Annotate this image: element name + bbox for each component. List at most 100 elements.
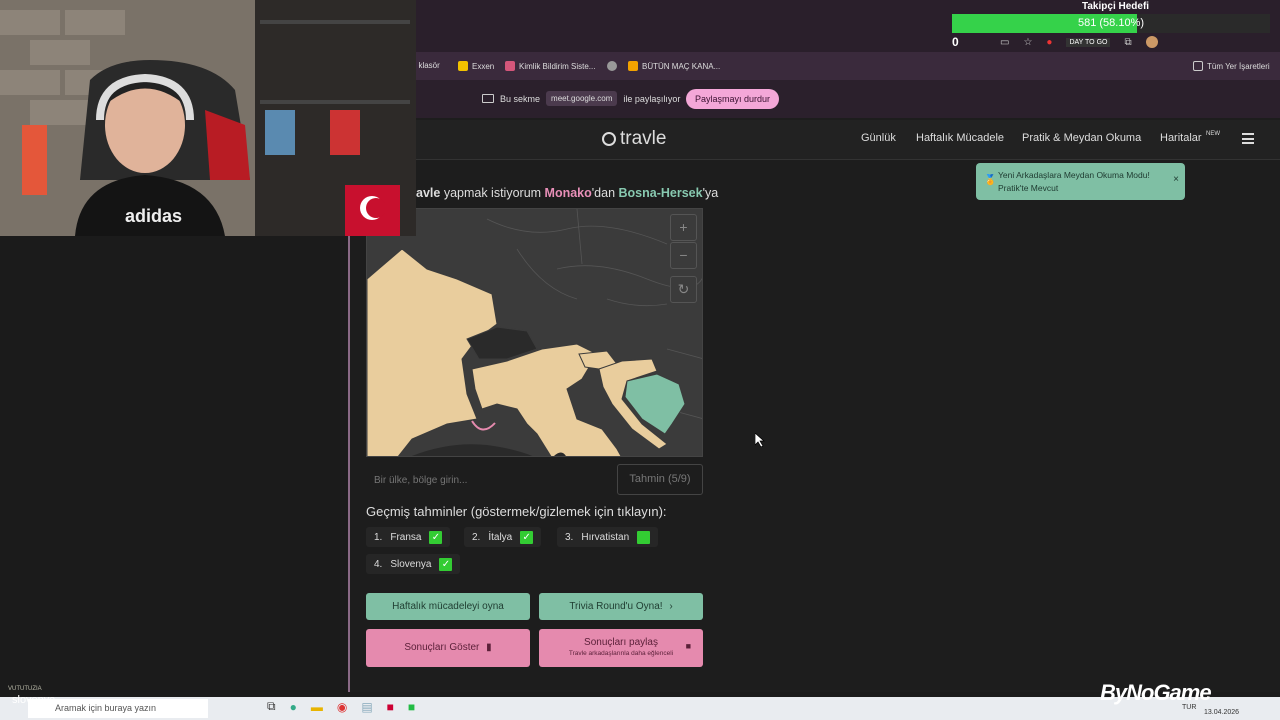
- share-label: Sonuçları paylaş: [584, 637, 658, 648]
- nav-weekly[interactable]: Haftalık Mücadele: [916, 132, 1004, 144]
- webcam-overlay: adidas: [0, 0, 416, 236]
- guess-name: İtalya: [488, 531, 513, 543]
- compass-icon: [602, 132, 616, 146]
- nav-maps[interactable]: Haritalar: [1160, 132, 1202, 144]
- follower-goal-bar: 581 (58.10%): [952, 14, 1270, 33]
- follower-goal-text: 581 (58.10%): [1077, 17, 1145, 29]
- prompt-text: yapmak istiyorum: [440, 186, 545, 200]
- nav-daily[interactable]: Günlük: [861, 132, 896, 144]
- taskbar-apps: ⧉ ● ▬ ◉ ▤ ■ ■: [212, 699, 415, 714]
- guess-item[interactable]: 4. Slovenya ✓: [366, 554, 461, 574]
- results-label: Sonuçları Göster: [404, 642, 480, 653]
- share-suffix: ile paylaşılıyor: [623, 93, 681, 104]
- chevron-right-icon: ›: [669, 601, 673, 612]
- prompt-from-suffix: 'dan: [591, 186, 619, 200]
- app-red-icon[interactable]: ■: [387, 700, 394, 714]
- chrome-icon[interactable]: ◉: [337, 700, 347, 714]
- check-icon: ✓: [520, 530, 534, 544]
- hamburger-menu-icon[interactable]: [1242, 133, 1254, 144]
- country-input[interactable]: [366, 465, 616, 495]
- share-info: Bu sekme meet.google.com ile paylaşılıyo…: [482, 91, 680, 106]
- bookmark-exxen[interactable]: Exxen: [458, 61, 494, 71]
- follower-goal-title: Takipçi Hedefi: [1082, 1, 1150, 12]
- guess-number: 3.: [565, 531, 574, 543]
- bar-chart-icon: ▮: [486, 642, 492, 653]
- share-url: meet.google.com: [546, 91, 618, 106]
- target-country: Bosna-Hersek: [618, 186, 703, 200]
- stop-sharing-button[interactable]: Paylaşmayı durdur: [686, 89, 780, 109]
- prompt-to-suffix: 'ya: [702, 186, 719, 200]
- check-icon: ✓: [429, 530, 443, 544]
- guess-item[interactable]: 2. İtalya ✓: [464, 527, 542, 547]
- check-icon: ✓: [439, 557, 453, 571]
- show-results-button[interactable]: Sonuçları Göster ▮: [366, 629, 530, 667]
- profile-avatar[interactable]: [1145, 36, 1158, 48]
- game-prompt: avle yapmak istiyorum Monako'dan Bosna-H…: [416, 186, 718, 200]
- guess-number: 2.: [472, 531, 481, 543]
- new-badge: NEW: [1206, 131, 1220, 137]
- chat-message: slovenya: [12, 694, 56, 706]
- guess-button[interactable]: Tahmin (5/9): [617, 464, 703, 495]
- svg-text:adidas: adidas: [125, 206, 182, 226]
- guess-number: 4.: [374, 558, 383, 570]
- nav-practice[interactable]: Pratik & Meydan Okuma: [1022, 132, 1141, 144]
- close-icon[interactable]: ×: [1173, 173, 1179, 186]
- game-map[interactable]: + − ↻: [366, 208, 703, 457]
- jp-icon: [628, 61, 638, 71]
- guess-name: Hırvatistan: [581, 531, 630, 543]
- zoom-in-button[interactable]: +: [670, 214, 697, 241]
- map-svg: [367, 209, 702, 456]
- status-square-icon: [637, 530, 651, 544]
- lock-icon: ■: [685, 641, 691, 651]
- folder-icon: [1193, 61, 1203, 71]
- webcam-scene: adidas: [0, 0, 416, 236]
- puzzle-icon[interactable]: ⧉: [1124, 37, 1131, 48]
- medal-icon: 🏅: [984, 175, 997, 186]
- toast-line2: Pratik'te Mevcut: [998, 183, 1059, 193]
- guess-name: Slovenya: [390, 558, 432, 570]
- bookmark-star-icon[interactable]: ☆: [1023, 37, 1032, 48]
- bookmark-mac[interactable]: BÜTÜN MAÇ KANA...: [628, 61, 720, 71]
- site-navbar: [416, 120, 1280, 160]
- follower-goal-counter: 0: [952, 35, 959, 49]
- cast-icon[interactable]: ▭: [1000, 37, 1009, 48]
- logo-text: travle: [620, 128, 667, 149]
- screen-share-icon: [482, 94, 494, 103]
- edge-icon[interactable]: ●: [290, 700, 297, 714]
- reset-view-button[interactable]: ↻: [670, 276, 697, 303]
- guess-item[interactable]: 1. Fransa ✓: [366, 527, 451, 547]
- guess-item[interactable]: 3. Hırvatistan: [557, 527, 659, 547]
- trivia-label: Trivia Round'u Oyna!: [569, 601, 663, 612]
- app-green-icon[interactable]: ■: [408, 700, 415, 714]
- bookmark-globe[interactable]: [607, 61, 617, 71]
- weekly-challenge-button[interactable]: Haftalık mücadeleyi oyna: [366, 593, 530, 620]
- globe-icon: [607, 61, 617, 71]
- bookmark-kimlik[interactable]: Kimlik Bildirim Siste...: [505, 61, 595, 71]
- prompt-game-word: avle: [416, 186, 441, 200]
- chat-username: VUTUTUZIA: [8, 686, 42, 692]
- history-title[interactable]: Geçmiş tahminler (göstermek/gizlemek içi…: [366, 504, 667, 519]
- guess-number: 1.: [374, 531, 383, 543]
- mouse-cursor: [755, 433, 765, 447]
- pen-icon: [505, 61, 515, 71]
- share-prefix: Bu sekme: [500, 93, 541, 104]
- share-results-button[interactable]: Sonuçları paylaş Travle arkadaşlarınla d…: [539, 629, 703, 667]
- bynogame-logo: ByNoGame: [1100, 680, 1212, 705]
- task-view-icon[interactable]: ⧉: [267, 699, 276, 714]
- guess-name: Fransa: [390, 531, 422, 543]
- trivia-button[interactable]: Trivia Round'u Oyna! ›: [539, 593, 703, 620]
- exxen-icon: [458, 61, 468, 71]
- travle-logo[interactable]: travle: [602, 128, 666, 150]
- extension-label[interactable]: DAY TO GO: [1066, 37, 1111, 47]
- browser-toolbar-icons: ▭ ☆ ● DAY TO GO ⧉: [1000, 36, 1158, 48]
- share-sublabel: Travle arkadaşlarınla daha eğlenceli: [568, 650, 674, 657]
- explorer-icon[interactable]: ▬: [311, 700, 323, 714]
- tray-date[interactable]: 13.04.2026: [1204, 709, 1239, 716]
- toast-line1: Yeni Arkadaşlara Meydan Okuma Modu!: [998, 170, 1150, 180]
- challenge-toast[interactable]: 🏅 Yeni Arkadaşlara Meydan Okuma Modu! Pr…: [976, 163, 1185, 200]
- extension-red-icon[interactable]: ●: [1046, 37, 1052, 48]
- start-country: Monako: [544, 186, 592, 200]
- notepad-icon[interactable]: ▤: [361, 700, 372, 714]
- zoom-out-button[interactable]: −: [670, 242, 697, 269]
- bookmark-all[interactable]: Tüm Yer İşaretleri: [1193, 61, 1270, 71]
